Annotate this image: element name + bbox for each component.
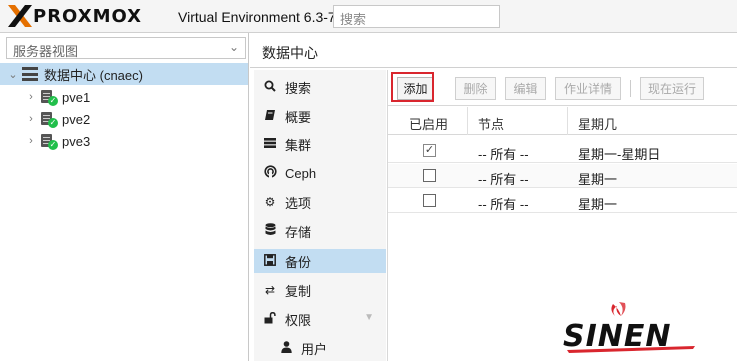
menu-item-label: 用户 bbox=[301, 341, 328, 357]
database-icon bbox=[263, 223, 277, 239]
node-online-icon: ✓ bbox=[40, 89, 58, 106]
page-title: 数据中心 bbox=[262, 45, 318, 61]
table-row[interactable]: -- 所有 -- 星期一 bbox=[388, 189, 737, 213]
tree-item-label: pve2 bbox=[62, 111, 91, 127]
menu-item-options[interactable]: ⚙ 选项 bbox=[254, 190, 386, 214]
menu-item-storage[interactable]: 存储 bbox=[254, 219, 386, 243]
menu-item-label: 选项 bbox=[285, 195, 312, 211]
column-header-weekdays[interactable]: 星期几 bbox=[568, 107, 737, 135]
menu-item-label: 复制 bbox=[285, 283, 312, 299]
column-header-enabled[interactable]: 已启用 bbox=[388, 107, 468, 135]
node-online-icon: ✓ bbox=[40, 133, 58, 150]
edit-button[interactable]: 编辑 bbox=[505, 77, 546, 100]
menu-item-label: 集群 bbox=[285, 137, 312, 153]
toolbar: 添加 删除 编辑 作业详情 现在运行 bbox=[388, 70, 737, 106]
run-now-button[interactable]: 现在运行 bbox=[640, 77, 704, 100]
enabled-checkbox[interactable]: ✓ bbox=[423, 144, 436, 157]
menu-item-label: 概要 bbox=[285, 109, 312, 125]
menu-item-search[interactable]: 搜索 bbox=[254, 75, 386, 99]
weekdays-cell: 星期一 bbox=[578, 197, 618, 212]
menu-item-replication[interactable]: ⇄ 复制 bbox=[254, 278, 386, 302]
expand-toggle-icon[interactable]: › bbox=[26, 135, 36, 147]
menu-item-cluster[interactable]: 集群 bbox=[254, 132, 386, 156]
menu-item-users[interactable]: 用户 bbox=[254, 336, 386, 360]
menu-item-label: Ceph bbox=[285, 165, 317, 181]
user-icon bbox=[279, 340, 293, 356]
view-selector-value: 服务器视图 bbox=[13, 44, 79, 59]
table-row[interactable]: -- 所有 -- 星期一 bbox=[388, 164, 737, 188]
toolbar-separator bbox=[630, 80, 631, 97]
top-bar: PROXMOX Virtual Environment 6.3-7 搜索 bbox=[0, 0, 737, 33]
grid-header: 已启用 节点 星期几 bbox=[388, 107, 737, 135]
datacenter-icon bbox=[22, 67, 38, 81]
node-cell: -- 所有 -- bbox=[478, 147, 529, 162]
datacenter-menu: 搜索 概要 集群 Ceph ⚙ 选项 存储 备份 ⇄ 复制 权限 ▼ 用户 bbox=[254, 70, 386, 361]
chevron-down-icon[interactable]: ⌄ bbox=[229, 40, 239, 54]
expand-toggle-icon[interactable]: › bbox=[26, 113, 36, 125]
proxmox-logo-icon bbox=[8, 5, 32, 27]
tree-item-node[interactable]: › ✓ pve3 bbox=[0, 130, 248, 152]
resource-tree-panel: 服务器视图 ⌄ ⌄ 数据中心 (cnaec) › ✓ pve1 › ✓ pve2… bbox=[0, 33, 249, 361]
menu-item-summary[interactable]: 概要 bbox=[254, 104, 386, 128]
weekdays-cell: 星期一-星期日 bbox=[578, 147, 661, 162]
proxmox-logo-text: PROXMOX bbox=[33, 6, 143, 27]
retweet-icon: ⇄ bbox=[264, 283, 276, 297]
menu-item-label: 存储 bbox=[285, 224, 312, 240]
server-icon bbox=[263, 137, 277, 152]
menu-item-label: 备份 bbox=[285, 254, 312, 270]
highlight-box bbox=[391, 72, 434, 102]
unlock-icon bbox=[263, 311, 277, 327]
tree-item-node[interactable]: › ✓ pve1 bbox=[0, 86, 248, 108]
gear-icon: ⚙ bbox=[264, 195, 276, 209]
node-online-icon: ✓ bbox=[40, 111, 58, 128]
delete-button[interactable]: 删除 bbox=[455, 77, 496, 100]
tree-item-datacenter[interactable]: ⌄ 数据中心 (cnaec) bbox=[0, 63, 248, 85]
search-input[interactable]: 搜索 bbox=[333, 5, 500, 28]
menu-item-backup[interactable]: 备份 bbox=[254, 249, 386, 273]
view-selector[interactable]: 服务器视图 ⌄ bbox=[6, 37, 246, 59]
job-detail-button[interactable]: 作业详情 bbox=[555, 77, 621, 100]
weekdays-cell: 星期一 bbox=[578, 172, 618, 187]
column-header-node[interactable]: 节点 bbox=[468, 107, 568, 135]
tree-item-node[interactable]: › ✓ pve2 bbox=[0, 108, 248, 130]
menu-item-ceph[interactable]: Ceph bbox=[254, 161, 386, 185]
book-icon bbox=[263, 109, 277, 124]
tree-item-label: 数据中心 (cnaec) bbox=[44, 67, 143, 83]
tree-item-label: pve1 bbox=[62, 89, 91, 105]
table-row[interactable]: ✓ -- 所有 -- 星期一-星期日 bbox=[388, 139, 737, 163]
enabled-checkbox[interactable] bbox=[423, 194, 436, 207]
sinen-watermark-logo: SINEN bbox=[563, 302, 695, 354]
expand-toggle-icon[interactable]: › bbox=[26, 91, 36, 103]
product-version: Virtual Environment 6.3-7 bbox=[178, 9, 336, 25]
floppy-icon bbox=[263, 253, 277, 269]
menu-item-permissions[interactable]: 权限 ▼ bbox=[254, 307, 386, 331]
menu-item-label: 权限 bbox=[285, 312, 312, 328]
ceph-icon bbox=[263, 165, 277, 181]
node-cell: -- 所有 -- bbox=[478, 172, 529, 187]
collapse-toggle-icon[interactable]: ⌄ bbox=[8, 68, 18, 81]
content-header: 数据中心 bbox=[250, 33, 737, 68]
menu-item-label: 搜索 bbox=[285, 80, 312, 96]
collapse-caret-icon[interactable]: ▼ bbox=[364, 312, 374, 323]
search-icon bbox=[263, 80, 277, 95]
enabled-checkbox[interactable] bbox=[423, 169, 436, 182]
node-cell: -- 所有 -- bbox=[478, 197, 529, 212]
tree-item-label: pve3 bbox=[62, 133, 91, 149]
